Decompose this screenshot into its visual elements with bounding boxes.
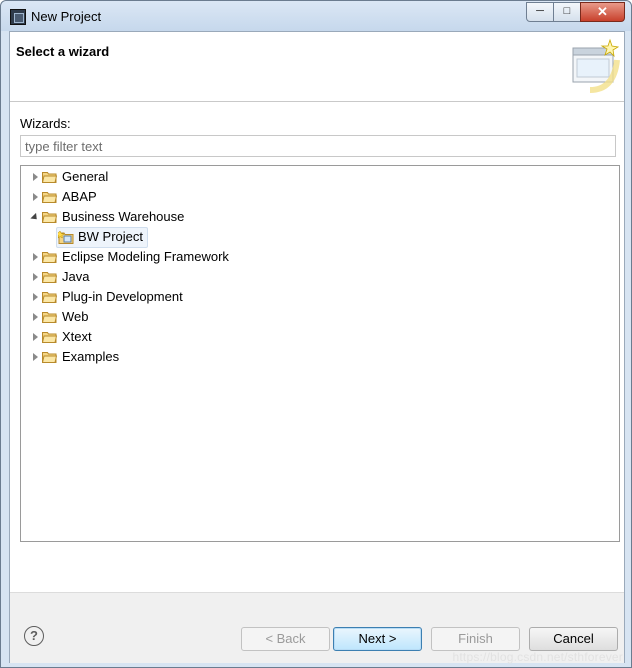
expand-arrow-icon[interactable] — [33, 333, 38, 341]
tree-item-label: Xtext — [62, 329, 92, 344]
folder-icon — [42, 192, 57, 203]
next-button[interactable]: Next > — [333, 627, 422, 651]
expand-arrow-icon[interactable] — [33, 353, 38, 361]
tree-item-web[interactable]: Web — [21, 307, 619, 327]
maximize-icon: □ — [563, 5, 571, 17]
dialog-body: Select a wizard Wizards: General — [9, 31, 625, 663]
tree-item-business-warehouse[interactable]: Business Warehouse — [21, 207, 619, 227]
wizards-label: Wizards: — [20, 116, 71, 131]
page-title: Select a wizard — [16, 44, 110, 59]
tree-item-label: General — [62, 169, 109, 184]
expand-arrow-icon[interactable] — [33, 293, 38, 301]
minimize-icon: ─ — [536, 5, 544, 17]
open-folder-icon — [42, 212, 57, 223]
eclipse-window-icon — [10, 9, 26, 25]
wizard-banner: Select a wizard — [10, 32, 624, 102]
folder-icon — [42, 272, 57, 283]
tree-item-general[interactable]: General — [21, 167, 619, 187]
folder-icon — [42, 172, 57, 183]
tree-item-eclipse-modeling-framework[interactable]: Eclipse Modeling Framework — [21, 247, 619, 267]
watermark: https://blog.csdn.net/sthforever — [452, 650, 623, 664]
tree-item-label: ABAP — [62, 189, 97, 204]
title-bar[interactable]: New Project ─ □ ✕ — [1, 1, 631, 31]
folder-icon — [42, 312, 57, 323]
expand-arrow-icon[interactable] — [33, 193, 38, 201]
back-button[interactable]: < Back — [241, 627, 330, 651]
new-project-dialog: New Project ─ □ ✕ Select a wizard Wizard… — [0, 0, 632, 668]
tree-item-xtext[interactable]: Xtext — [21, 327, 619, 347]
folder-icon — [42, 352, 57, 363]
expand-arrow-icon[interactable] — [33, 253, 38, 261]
expand-arrow-icon[interactable] — [33, 313, 38, 321]
window-title: New Project — [31, 9, 102, 24]
wizard-selection-area: Wizards: General ABAP Business Warehouse — [10, 102, 624, 592]
close-icon: ✕ — [597, 4, 608, 19]
tree-item-label: Plug-in Development — [62, 289, 183, 304]
close-button[interactable]: ✕ — [580, 2, 625, 22]
filter-input[interactable] — [20, 135, 616, 157]
folder-icon — [42, 252, 57, 263]
tree-item-label: Web — [62, 309, 89, 324]
collapse-arrow-icon[interactable] — [30, 212, 40, 223]
tree-item-label: BW Project — [78, 229, 144, 244]
expand-arrow-icon[interactable] — [33, 273, 38, 281]
help-icon[interactable]: ? — [24, 626, 44, 646]
tree-item-label: Examples — [62, 349, 120, 364]
tree-item-examples[interactable]: Examples — [21, 347, 619, 367]
tree-item-plug-in-development[interactable]: Plug-in Development — [21, 287, 619, 307]
minimize-button[interactable]: ─ — [526, 2, 554, 22]
finish-button[interactable]: Finish — [431, 627, 520, 651]
maximize-button[interactable]: □ — [553, 2, 581, 22]
new-wizard-banner-icon — [572, 38, 620, 93]
tree-item-java[interactable]: Java — [21, 267, 619, 287]
tree-item-label: Java — [62, 269, 90, 284]
bw-project-icon — [58, 230, 74, 244]
tree-item-abap[interactable]: ABAP — [21, 187, 619, 207]
cancel-button[interactable]: Cancel — [529, 627, 618, 651]
tree-item-bw-project[interactable]: BW Project — [21, 227, 619, 248]
wizard-tree[interactable]: General ABAP Business Warehouse BW Proje… — [20, 165, 620, 542]
expand-arrow-icon[interactable] — [33, 173, 38, 181]
folder-icon — [42, 332, 57, 343]
window-controls: ─ □ ✕ — [526, 2, 625, 22]
folder-icon — [42, 292, 57, 303]
tree-item-label: Business Warehouse — [62, 209, 185, 224]
tree-item-label: Eclipse Modeling Framework — [62, 249, 229, 264]
